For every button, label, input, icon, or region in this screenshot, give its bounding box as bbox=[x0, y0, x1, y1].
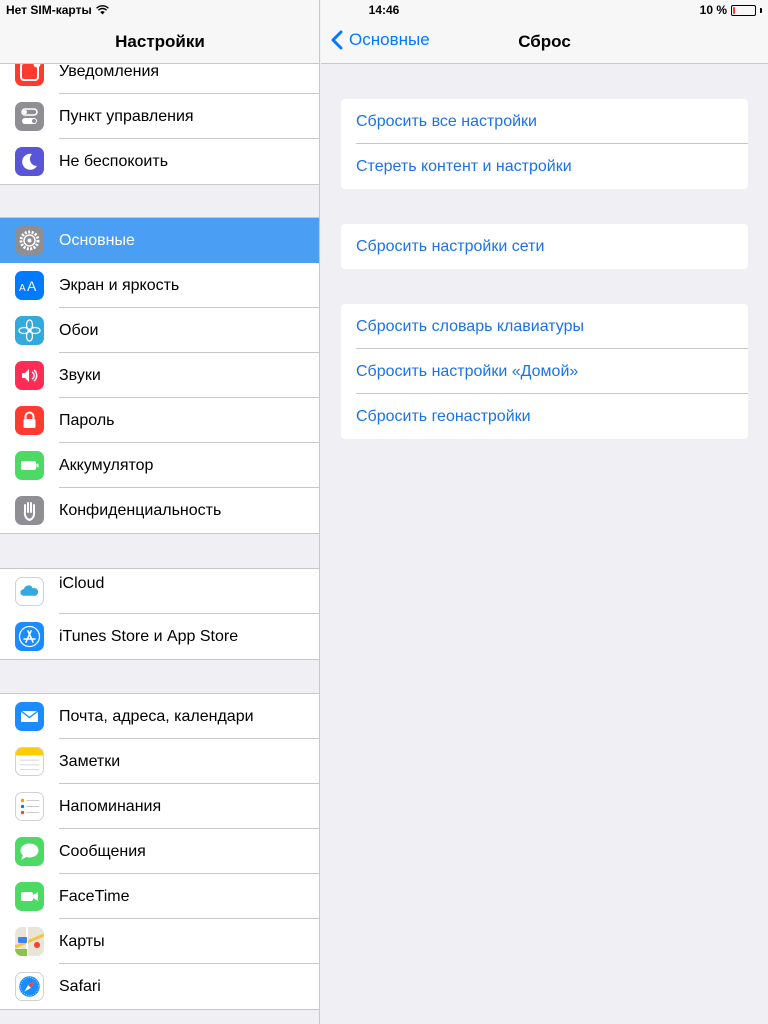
reminders-icon bbox=[15, 792, 44, 821]
cloud-icon bbox=[15, 577, 44, 606]
sidebar-item-label: Экран и яркость bbox=[59, 276, 180, 294]
sidebar-item-label: Заметки bbox=[59, 752, 121, 770]
battery-icon bbox=[15, 451, 44, 480]
sidebar-item-label: Не беспокоить bbox=[59, 152, 169, 170]
sidebar-item-label: Уведомления bbox=[59, 62, 160, 80]
option-label: Сбросить настройки сети bbox=[356, 237, 545, 255]
option-label: Сбросить геонастройки bbox=[356, 407, 531, 425]
speaker-icon bbox=[15, 361, 44, 390]
sidebar-item-sounds[interactable]: Звуки bbox=[0, 353, 319, 398]
lock-icon bbox=[15, 406, 44, 435]
reset-location-button[interactable]: Сбросить геонастройки bbox=[341, 394, 748, 439]
sidebar-item-facetime[interactable]: FaceTime bbox=[0, 874, 319, 919]
clock: 14:46 bbox=[368, 3, 400, 17]
sidebar-item-label: FaceTime bbox=[59, 887, 130, 905]
sidebar-item-label: iCloud bbox=[59, 575, 105, 592]
sidebar-item-label: iTunes Store и App Store bbox=[59, 627, 239, 645]
battery-percent: 10 % bbox=[699, 3, 727, 17]
sidebar-item-messages[interactable]: Сообщения bbox=[0, 829, 319, 874]
sidebar-item-passcode[interactable]: Пароль bbox=[0, 398, 319, 443]
erase-content-settings-button[interactable]: Стереть контент и настройки bbox=[341, 144, 748, 189]
safari-icon bbox=[15, 972, 44, 1001]
sidebar-group-general: Основные AA Экран и яркость Обои Звуки П… bbox=[0, 217, 319, 534]
wallpaper-flower-icon bbox=[15, 316, 44, 345]
reset-all-settings-button[interactable]: Сбросить все настройки bbox=[341, 99, 748, 144]
sidebar-title: Настройки bbox=[115, 32, 205, 51]
messages-icon bbox=[15, 837, 44, 866]
sidebar-item-display[interactable]: AA Экран и яркость bbox=[0, 263, 319, 308]
battery-tip bbox=[760, 7, 762, 13]
maps-icon bbox=[15, 927, 44, 956]
sidebar-item-do-not-disturb[interactable]: Не беспокоить bbox=[0, 139, 319, 184]
sidebar-item-notes[interactable]: Заметки bbox=[0, 739, 319, 784]
settings-sidebar: Настройки Уведомления Пункт управления Н… bbox=[0, 0, 320, 1024]
sidebar-item-label: Пункт управления bbox=[59, 107, 194, 125]
sidebar-item-privacy[interactable]: Конфиденциальность bbox=[0, 488, 319, 533]
svg-text:A: A bbox=[19, 283, 26, 294]
sidebar-item-battery[interactable]: Аккумулятор bbox=[0, 443, 319, 488]
reset-network-settings-button[interactable]: Сбросить настройки сети bbox=[341, 224, 748, 269]
sidebar-item-label: Конфиденциальность bbox=[59, 501, 222, 519]
reset-pane: Основные Сброс Сбросить все настройки Ст… bbox=[321, 0, 768, 1024]
sidebar-item-wallpaper[interactable]: Обои bbox=[0, 308, 319, 353]
sidebar-item-label: Аккумулятор bbox=[59, 456, 154, 474]
hand-icon bbox=[15, 496, 44, 525]
option-label: Сбросить все настройки bbox=[356, 112, 537, 130]
sidebar-item-label: Почта, адреса, календари bbox=[59, 707, 254, 725]
gear-icon bbox=[15, 226, 44, 255]
display-brightness-icon: AA bbox=[15, 271, 44, 300]
notes-icon bbox=[15, 747, 44, 776]
page-title: Сброс bbox=[518, 32, 571, 51]
app-store-icon bbox=[15, 622, 44, 651]
svg-text:A: A bbox=[27, 278, 37, 294]
sidebar-item-reminders[interactable]: Напоминания bbox=[0, 784, 319, 829]
sidebar-item-itunes-app-store[interactable]: iTunes Store и App Store bbox=[0, 614, 319, 659]
reset-keyboard-dictionary-button[interactable]: Сбросить словарь клавиатуры bbox=[341, 304, 748, 349]
sidebar-item-label: Пароль bbox=[59, 411, 115, 429]
sidebar-item-general[interactable]: Основные bbox=[0, 218, 319, 263]
sidebar-item-label: Карты bbox=[59, 932, 105, 950]
reset-group-network: Сбросить настройки сети bbox=[341, 224, 748, 269]
option-label: Сбросить настройки «Домой» bbox=[356, 362, 579, 380]
sidebar-item-label: Основные bbox=[59, 231, 135, 249]
battery-icon bbox=[731, 4, 756, 16]
sidebar-item-mail[interactable]: Почта, адреса, календари bbox=[0, 694, 319, 739]
sidebar-group-system: Уведомления Пункт управления Не беспокои… bbox=[0, 48, 319, 185]
reset-group-settings: Сбросить все настройки Стереть контент и… bbox=[341, 99, 748, 189]
reset-home-layout-button[interactable]: Сбросить настройки «Домой» bbox=[341, 349, 748, 394]
sidebar-item-label: Сообщения bbox=[59, 842, 146, 860]
control-center-icon bbox=[15, 102, 44, 131]
sidebar-item-control-center[interactable]: Пункт управления bbox=[0, 94, 319, 139]
sidebar-item-label: Звуки bbox=[59, 366, 101, 384]
sidebar-group-apps: Почта, адреса, календари Заметки Напомин… bbox=[0, 693, 319, 1010]
sidebar-item-maps[interactable]: Карты bbox=[0, 919, 319, 964]
moon-icon bbox=[15, 147, 44, 176]
sidebar-item-label: Safari bbox=[59, 977, 101, 995]
sidebar-item-icloud[interactable]: iCloud bbox=[0, 569, 319, 614]
option-label: Стереть контент и настройки bbox=[356, 157, 572, 175]
status-bar: Нет SIM-карты 14:46 10 % bbox=[0, 0, 768, 20]
option-label: Сбросить словарь клавиатуры bbox=[356, 317, 584, 335]
sidebar-item-label: Обои bbox=[59, 321, 99, 339]
mail-icon bbox=[15, 702, 44, 731]
sidebar-item-label: Напоминания bbox=[59, 797, 162, 815]
facetime-icon bbox=[15, 882, 44, 911]
sidebar-group-accounts: iCloud iTunes Store и App Store bbox=[0, 568, 319, 660]
reset-group-other: Сбросить словарь клавиатуры Сбросить нас… bbox=[341, 304, 748, 439]
sidebar-item-safari[interactable]: Safari bbox=[0, 964, 319, 1009]
